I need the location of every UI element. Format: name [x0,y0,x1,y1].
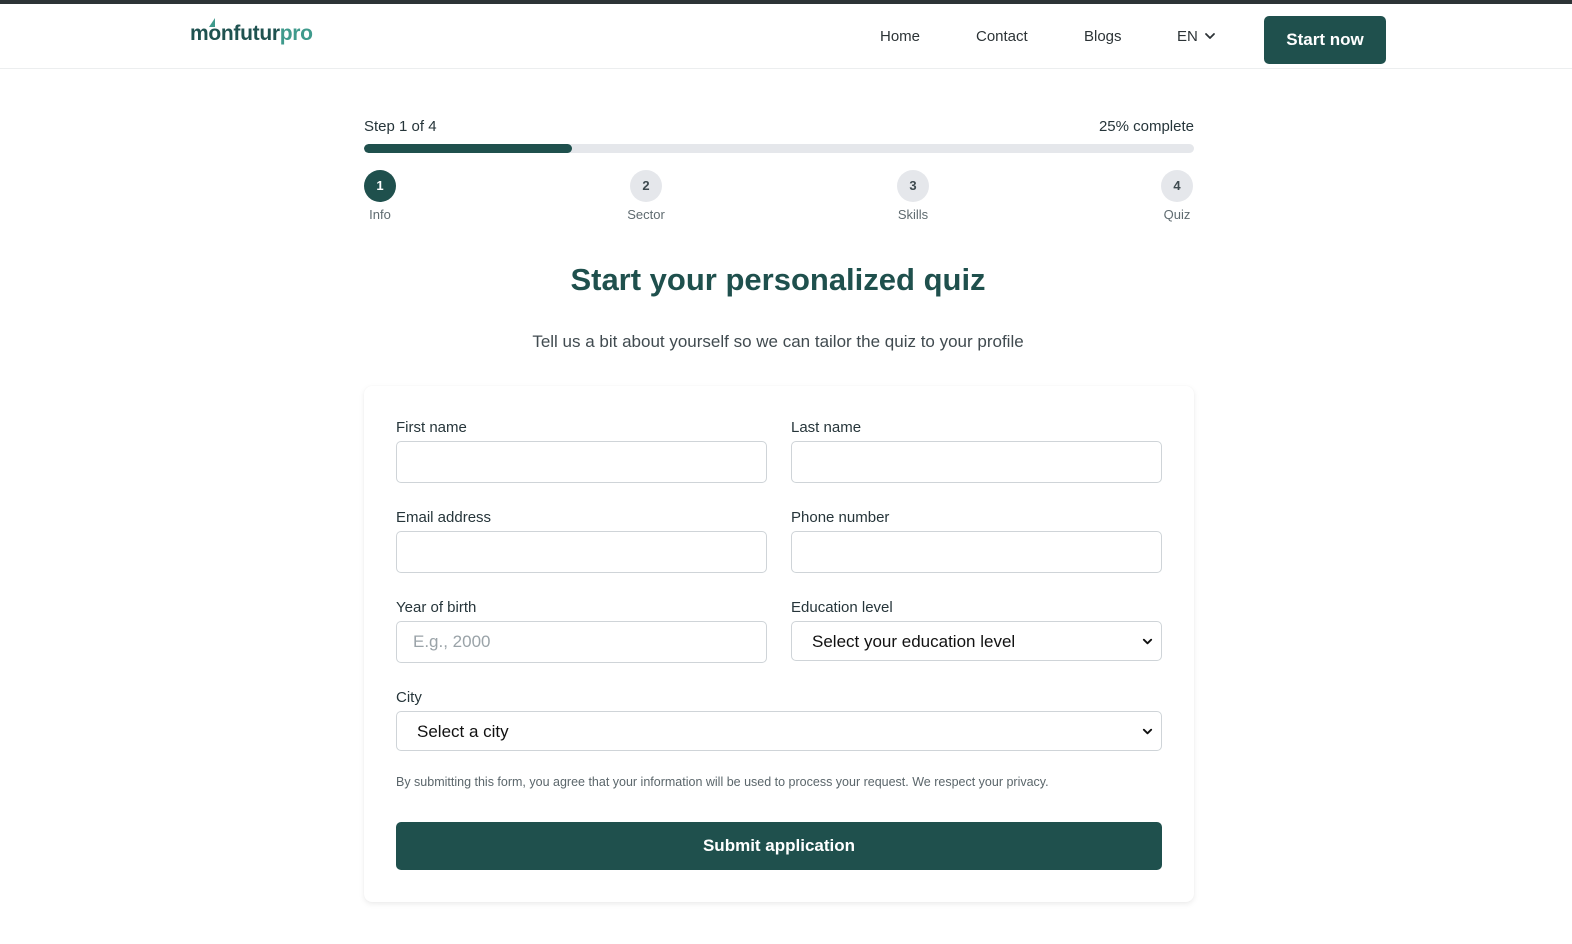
step-sector: 2 Sector [614,170,678,222]
year-of-birth-label: Year of birth [396,599,477,616]
chevron-down-icon[interactable] [1204,30,1216,42]
page-title: Start your personalized quiz [570,262,986,297]
step-label: Info [369,207,391,222]
city-select[interactable]: Select a city [396,711,1162,751]
logo-mark-icon [209,18,215,27]
step-number: 4 [1161,170,1193,202]
nav-contact[interactable]: Contact [976,28,1028,45]
logo-text-main: monfutur [190,22,280,45]
privacy-consent-text: By submitting this form, you agree that … [396,775,1049,789]
last-name-label: Last name [791,419,862,436]
page-subtitle: Tell us a bit about yourself so we can t… [532,332,1024,351]
step-skills: 3 Skills [881,170,945,222]
step-label: Skills [897,207,929,222]
logo-text-accent: pro [279,22,313,45]
nav-blogs[interactable]: Blogs [1084,28,1122,45]
education-level-label: Education level [791,599,893,616]
step-counter: Step 1 of 4 [364,118,437,135]
progress-track [364,144,1194,153]
first-name-field[interactable] [396,441,767,483]
phone-label: Phone number [791,509,890,526]
chevron-down-icon [1142,728,1153,735]
site-header: monfuturpro Home Contact Blogs EN Start … [0,4,1572,69]
start-now-button[interactable]: Start now [1264,16,1386,64]
chevron-down-icon [1142,638,1153,645]
step-number: 3 [897,170,929,202]
step-quiz: 4 Quiz [1145,170,1209,222]
progress-percent: 25% complete [1098,118,1194,135]
last-name-field[interactable] [791,441,1162,483]
step-number: 2 [630,170,662,202]
step-label: Quiz [1163,207,1191,222]
city-label: City [396,689,422,706]
progress-fill [364,144,572,153]
phone-field[interactable] [791,531,1162,573]
step-label: Sector [627,207,665,222]
year-of-birth-field[interactable] [396,621,767,663]
step-number: 1 [364,170,396,202]
submit-application-button[interactable]: Submit application [396,822,1162,870]
language-selector[interactable]: EN [1177,28,1198,45]
email-label: Email address [396,509,492,526]
step-info: 1 Info [348,170,412,222]
first-name-label: First name [396,419,467,436]
city-value: Select a city [417,722,509,741]
education-level-select[interactable]: Select your education level [791,621,1162,661]
logo[interactable]: monfuturpro [190,18,313,46]
education-level-value: Select your education level [812,632,1016,651]
email-field[interactable] [396,531,767,573]
nav-home[interactable]: Home [880,28,920,45]
